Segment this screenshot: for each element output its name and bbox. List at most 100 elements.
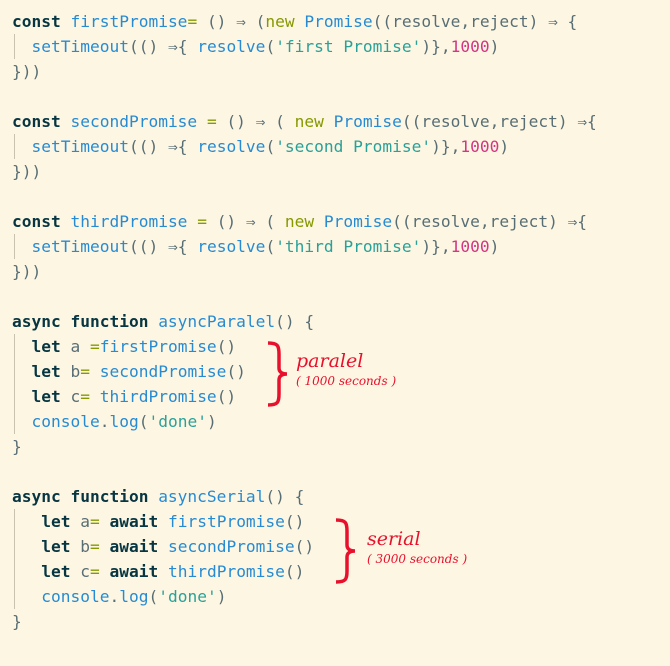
code-token: a [80, 512, 90, 531]
code-token: let [41, 537, 81, 556]
code-token: (() ⇒{ [128, 37, 198, 56]
code-token: () { [275, 312, 315, 331]
code-line: let c= await thirdPromise() [12, 559, 597, 584]
indent-guide [14, 134, 15, 159]
paralel-annotation: paralel ( 1000 seconds ) [296, 350, 396, 388]
code-line: })) [12, 59, 597, 84]
code-token: = [89, 537, 110, 556]
code-line: let a= await firstPromise() [12, 509, 597, 534]
code-line: } [12, 434, 597, 459]
code-token: log [119, 587, 149, 606]
code-token: secondPromise [99, 362, 227, 381]
indent-guide [14, 559, 15, 584]
code-token: ( [148, 587, 159, 606]
code-token: new [284, 212, 324, 231]
indent-guide [14, 334, 15, 359]
code-token: ((resolve,reject) ⇒ { [372, 12, 578, 31]
code-token: await [109, 537, 168, 556]
code-token: asyncParalel [158, 312, 276, 331]
code-token: () ⇒ ( [226, 112, 295, 131]
code-line: console.log('done') [12, 409, 597, 434]
code-token: const [12, 12, 71, 31]
code-token: ( [265, 37, 276, 56]
code-token: await [109, 562, 168, 581]
code-token: )}, [421, 37, 451, 56]
code-token: })) [12, 162, 42, 181]
code-token: ( [265, 137, 276, 156]
code-line: setTimeout(() ⇒{ resolve('second Promise… [12, 134, 597, 159]
code-token: ) [216, 587, 227, 606]
code-token: 1000 [450, 237, 490, 256]
code-token: resolve [197, 137, 266, 156]
code-token: () [216, 387, 237, 406]
serial-brace-icon [335, 518, 356, 584]
indent-guide [14, 584, 15, 609]
code-line: const thirdPromise = () ⇒ ( new Promise(… [12, 209, 597, 234]
code-token: thirdPromise [99, 387, 217, 406]
code-token: = [206, 112, 227, 131]
code-token: resolve [197, 237, 266, 256]
code-token: ((resolve,reject) ⇒{ [401, 112, 597, 131]
code-token: 'first Promise' [275, 37, 422, 56]
code-token: (() ⇒{ [128, 137, 198, 156]
indent-guide [14, 34, 15, 59]
code-token: = [197, 212, 217, 231]
indent-guide [14, 409, 15, 434]
code-token: new [265, 12, 305, 31]
code-token: } [12, 437, 22, 456]
code-token: 'second Promise' [275, 137, 432, 156]
code-token: new [294, 112, 334, 131]
code-token: } [12, 612, 22, 631]
serial-label: serial [367, 528, 421, 550]
indent-guide [14, 359, 15, 384]
code-token: async function [12, 487, 159, 506]
code-token: secondPromise [70, 112, 207, 131]
code-token: setTimeout [31, 37, 129, 56]
code-token: const [12, 112, 71, 131]
code-line: let b= await secondPromise() [12, 534, 597, 559]
code-token: setTimeout [31, 237, 129, 256]
code-token: = [89, 562, 110, 581]
code-token: ) [499, 137, 510, 156]
code-token: = [89, 512, 110, 531]
code-token: = [80, 387, 100, 406]
code-token: = [89, 337, 100, 356]
code-token: b [80, 537, 90, 556]
code-token: firstPromise [99, 337, 217, 356]
code-token: const [12, 212, 71, 231]
code-token: () [294, 537, 315, 556]
code-token: ((resolve,reject) ⇒{ [392, 212, 588, 231]
code-token: )}, [431, 137, 461, 156]
code-line: const firstPromise= () ⇒ (new Promise((r… [12, 9, 597, 34]
serial-annotation: serial ( 3000 seconds ) [367, 528, 467, 566]
code-token: ) [206, 412, 217, 431]
code-token: })) [12, 262, 42, 281]
code-token: let [41, 562, 81, 581]
code-token: thirdPromise [70, 212, 198, 231]
serial-duration: ( 3000 seconds ) [367, 552, 468, 566]
indent-guide [14, 509, 15, 534]
indent-guide [14, 234, 15, 259]
code-token: let [31, 337, 71, 356]
code-token: asyncSerial [158, 487, 266, 506]
code-token: 'done' [158, 587, 217, 606]
code-token: c [70, 387, 81, 406]
code-token: (() ⇒{ [128, 237, 198, 256]
code-token: Promise [304, 12, 373, 31]
code-line: setTimeout(() ⇒{ resolve('third Promise'… [12, 234, 597, 259]
code-token: Promise [323, 212, 393, 231]
code-token: () [226, 362, 246, 381]
paralel-label: paralel [296, 350, 364, 372]
code-token: b [70, 362, 81, 381]
code-line: const secondPromise = () ⇒ ( new Promise… [12, 109, 597, 134]
code-token: console [41, 587, 110, 606]
code-token: setTimeout [31, 137, 129, 156]
code-token: () { [265, 487, 305, 506]
code-token: firstPromise [70, 12, 188, 31]
code-token: c [80, 562, 90, 581]
code-token: 'third Promise' [275, 237, 422, 256]
code-line: })) [12, 259, 597, 284]
